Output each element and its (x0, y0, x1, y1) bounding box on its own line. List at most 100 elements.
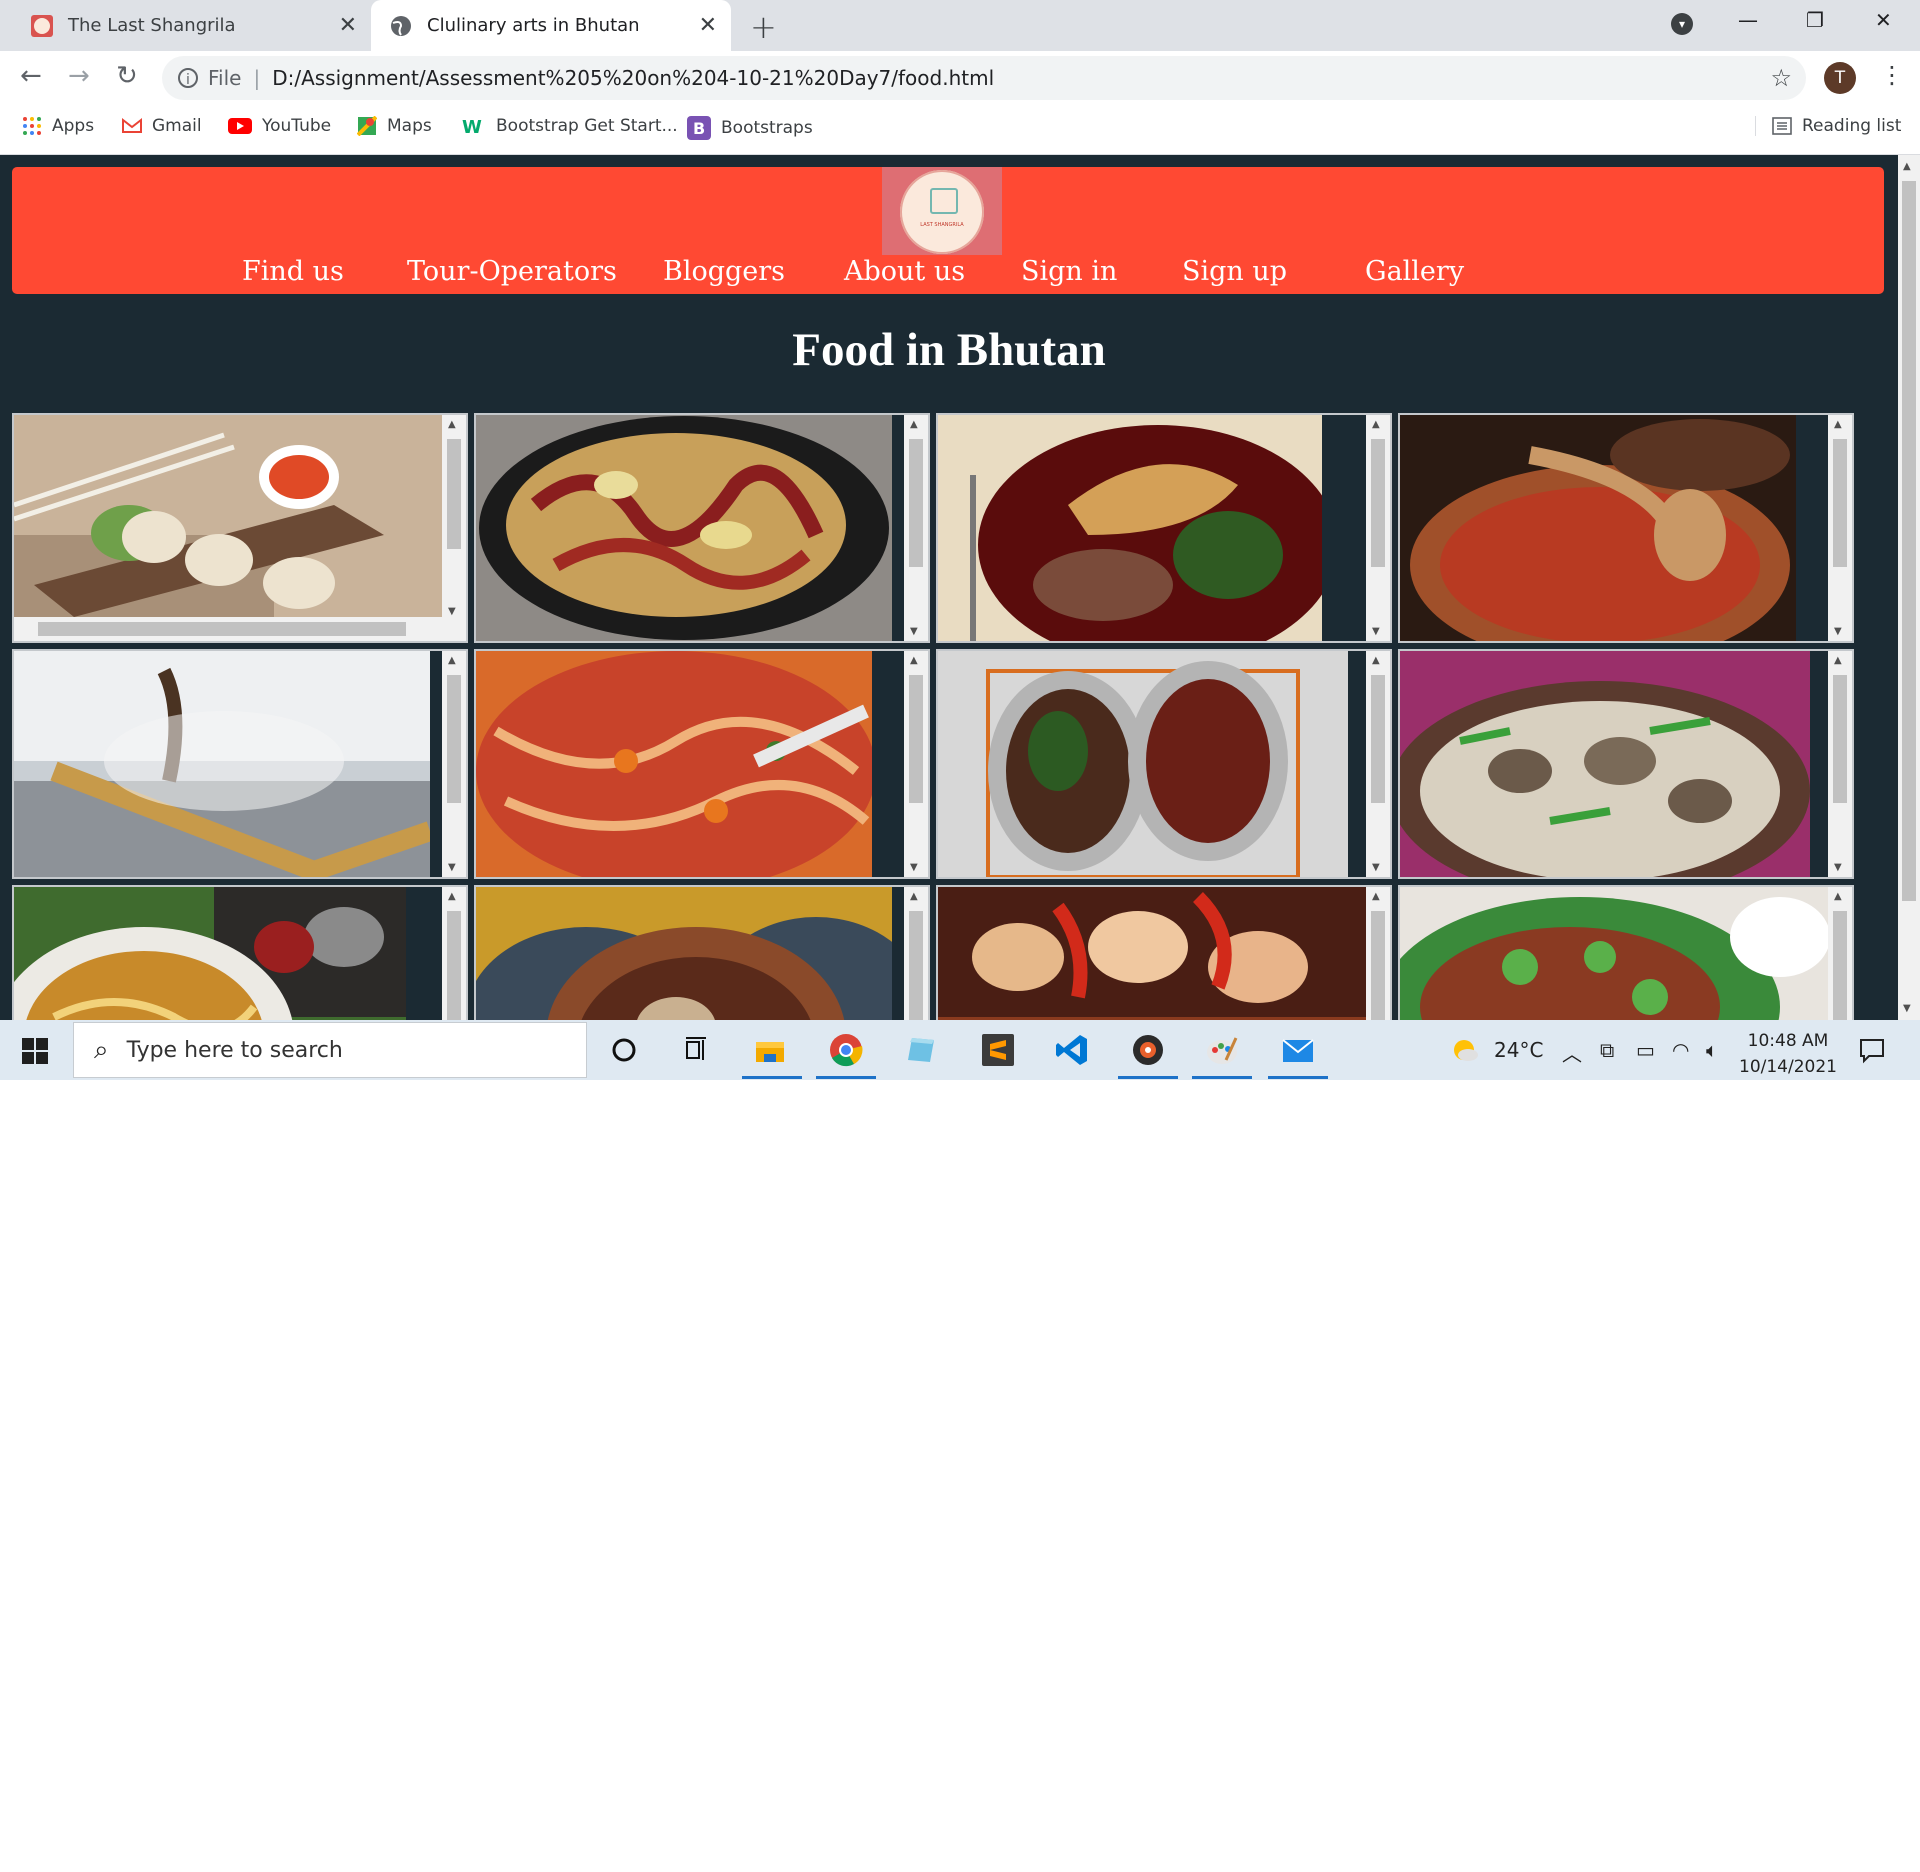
gallery-frame-street-grill[interactable]: ▲ ▼ (12, 649, 468, 879)
gallery-frame-two-bowls[interactable]: ▲ ▼ (936, 649, 1392, 879)
scroll-up-arrow-icon[interactable]: ▲ (910, 419, 918, 430)
frame-vertical-scrollbar[interactable]: ▲▼ (1828, 651, 1852, 877)
scroll-up-arrow-icon[interactable]: ▲ (1372, 655, 1380, 666)
gallery-frame-momos[interactable]: ▲ ▼ (12, 413, 468, 643)
gallery-frame-thukpa[interactable]: ▲▼ (12, 885, 468, 1020)
windows-start-icon[interactable] (22, 1038, 48, 1064)
restore-button[interactable]: ❐ (1806, 8, 1824, 32)
file-explorer-icon[interactable] (752, 1032, 788, 1068)
frame-vertical-scrollbar[interactable]: ▲▼ (1828, 415, 1852, 641)
taskbar-search-box[interactable]: ⌕ Type here to search (73, 1022, 587, 1078)
scroll-down-arrow-icon[interactable]: ▼ (1834, 862, 1842, 873)
task-view-icon[interactable] (678, 1032, 714, 1068)
scroll-up-arrow-icon[interactable]: ▲ (1903, 161, 1911, 172)
close-tab-icon[interactable]: ✕ (699, 13, 717, 38)
tab-culinary-arts[interactable]: Clulinary arts in Bhutan ✕ (371, 0, 731, 51)
media-player-icon[interactable] (1130, 1032, 1166, 1068)
menu-kebab-icon[interactable]: ⋮ (1880, 61, 1904, 89)
paint-icon[interactable] (1204, 1032, 1240, 1068)
bookmark-maps[interactable]: Maps (357, 116, 432, 136)
frame-vertical-scrollbar[interactable]: ▲▼ (1366, 887, 1390, 1020)
scroll-up-arrow-icon[interactable]: ▲ (1372, 891, 1380, 902)
notes-app-icon[interactable] (904, 1032, 940, 1068)
scroll-down-arrow-icon[interactable]: ▼ (1372, 862, 1380, 873)
address-bar[interactable]: i File | D:/Assignment/Assessment%205%20… (162, 56, 1806, 100)
mail-icon[interactable] (1280, 1032, 1316, 1068)
logo-box[interactable]: LAST SHANGRILA (882, 167, 1002, 255)
tab-search-icon[interactable]: ▾ (1671, 13, 1693, 35)
close-tab-icon[interactable]: ✕ (339, 13, 357, 38)
bookmark-bootstraps[interactable]: B Bootstraps (687, 116, 813, 140)
scroll-down-arrow-icon[interactable]: ▼ (448, 862, 456, 873)
weather-sun-cloud-icon[interactable] (1450, 1036, 1480, 1066)
gallery-frame-mushroom-datshi[interactable]: ▲ ▼ (1398, 649, 1854, 879)
frame-vertical-scrollbar[interactable]: ▲▼ (442, 651, 466, 877)
frame-vertical-scrollbar[interactable]: ▲▼ (1366, 651, 1390, 877)
frame-vertical-scrollbar[interactable]: ▲▼ (442, 887, 466, 1020)
minimize-button[interactable]: — (1738, 8, 1758, 32)
frame-horizontal-scrollbar[interactable] (14, 617, 466, 641)
forward-arrow-icon[interactable]: → (68, 61, 90, 91)
url-text[interactable]: D:/Assignment/Assessment%205%20on%204-10… (272, 66, 994, 90)
battery-icon[interactable]: ▭ (1636, 1038, 1655, 1062)
gallery-frame-chili-stew[interactable]: ▲ ▼ (1398, 413, 1854, 643)
new-tab-button[interactable]: + (750, 8, 777, 46)
vscode-icon[interactable] (1054, 1032, 1090, 1068)
frame-vertical-scrollbar[interactable]: ▲▼ (1828, 887, 1852, 1020)
nav-gallery[interactable]: Gallery (1365, 256, 1464, 287)
bookmark-youtube[interactable]: YouTube (228, 116, 331, 136)
show-hidden-icons-chevron-icon[interactable]: ︿ (1562, 1038, 1582, 1067)
scroll-up-arrow-icon[interactable]: ▲ (1834, 419, 1842, 430)
scroll-down-arrow-icon[interactable]: ▼ (910, 862, 918, 873)
scroll-up-arrow-icon[interactable]: ▲ (1834, 891, 1842, 902)
frame-vertical-scrollbar[interactable]: ▲▼ (1366, 415, 1390, 641)
chrome-icon[interactable] (828, 1032, 864, 1068)
scroll-down-arrow-icon[interactable]: ▼ (1903, 1003, 1911, 1014)
nav-bloggers[interactable]: Bloggers (663, 256, 785, 287)
reload-icon[interactable]: ↻ (116, 61, 138, 91)
frame-vertical-scrollbar[interactable]: ▲▼ (904, 415, 928, 641)
scroll-down-arrow-icon[interactable]: ▼ (448, 606, 456, 617)
scroll-up-arrow-icon[interactable]: ▲ (448, 655, 456, 666)
scroll-up-arrow-icon[interactable]: ▲ (910, 655, 918, 666)
nav-sign-up[interactable]: Sign up (1182, 256, 1287, 287)
notifications-icon[interactable] (1858, 1036, 1886, 1064)
scroll-up-arrow-icon[interactable]: ▲ (448, 891, 456, 902)
gallery-frame-phaksha-paa[interactable]: ▲▼ (936, 885, 1392, 1020)
weather-temperature[interactable]: 24°C (1494, 1038, 1543, 1062)
bookmark-gmail[interactable]: Gmail (122, 116, 202, 136)
scroll-down-arrow-icon[interactable]: ▼ (1372, 626, 1380, 637)
bookmark-bootstrap-get-started[interactable]: W Bootstrap Get Start... (462, 116, 678, 136)
gallery-frame-beef-salad[interactable]: ▲▼ (1398, 885, 1854, 1020)
profile-avatar[interactable]: T (1824, 62, 1856, 94)
bookmark-star-icon[interactable]: ☆ (1770, 64, 1792, 92)
cortana-icon[interactable] (606, 1032, 642, 1068)
gallery-frame-fish-red-rice[interactable]: ▲ ▼ (936, 413, 1392, 643)
bookmark-apps[interactable]: Apps (22, 116, 94, 136)
scroll-up-arrow-icon[interactable]: ▲ (910, 891, 918, 902)
nav-find-us[interactable]: Find us (242, 256, 344, 287)
tab-the-last-shangrila[interactable]: The Last Shangrila ✕ (16, 0, 371, 51)
close-window-button[interactable]: ✕ (1875, 8, 1892, 32)
reading-list-button[interactable]: Reading list (1755, 116, 1901, 136)
meet-now-icon[interactable]: ⧉ (1600, 1038, 1614, 1062)
frame-vertical-scrollbar[interactable]: ▲▼ (904, 887, 928, 1020)
taskbar-clock[interactable]: 10:48 AM 10/14/2021 (1738, 1028, 1838, 1080)
scroll-down-arrow-icon[interactable]: ▼ (1834, 626, 1842, 637)
scroll-up-arrow-icon[interactable]: ▲ (1834, 655, 1842, 666)
info-icon[interactable]: i (178, 68, 198, 88)
gallery-frame-pork-stew[interactable]: ▲▼ (474, 885, 930, 1020)
scroll-down-arrow-icon[interactable]: ▼ (910, 626, 918, 637)
nav-tour-operators[interactable]: Tour-Operators (407, 256, 617, 287)
gallery-frame-ema-datshi[interactable]: ▲ ▼ (474, 413, 930, 643)
nav-sign-in[interactable]: Sign in (1021, 256, 1117, 287)
scrollbar-thumb[interactable] (1902, 181, 1916, 901)
frame-vertical-scrollbar[interactable]: ▲▼ (904, 651, 928, 877)
scroll-up-arrow-icon[interactable]: ▲ (448, 419, 456, 430)
page-vertical-scrollbar[interactable]: ▲ ▼ (1898, 155, 1920, 1020)
volume-icon[interactable]: 🔈︎ (1706, 1038, 1718, 1062)
frame-vertical-scrollbar[interactable]: ▲▼ (442, 415, 466, 621)
nav-about-us[interactable]: About us (844, 256, 965, 287)
back-arrow-icon[interactable]: ← (20, 61, 42, 91)
gallery-frame-noodle-soup[interactable]: ▲ ▼ (474, 649, 930, 879)
